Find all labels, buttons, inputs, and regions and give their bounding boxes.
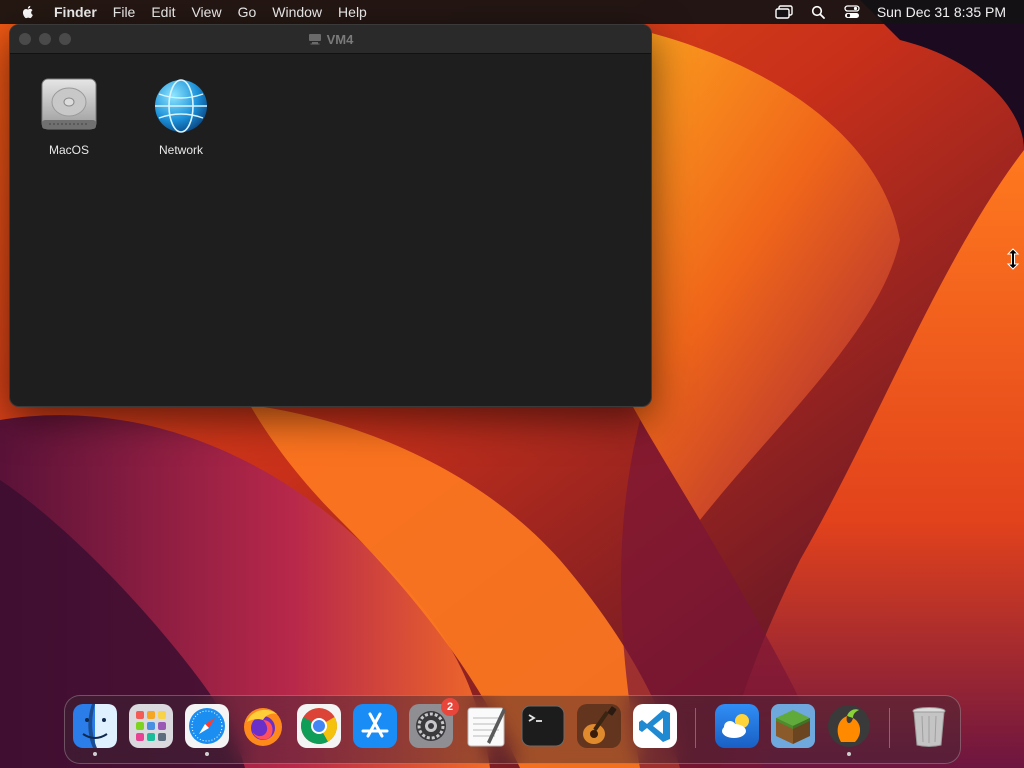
safari-icon [185, 704, 229, 748]
dock: 2 [64, 695, 961, 764]
running-indicator [205, 752, 209, 756]
window-content: MacOS Network [10, 54, 651, 406]
window-title-text: VM4 [326, 31, 354, 47]
window-title: VM4 [10, 25, 651, 53]
menu-help[interactable]: Help [330, 0, 375, 24]
running-indicator [847, 752, 851, 756]
chrome-icon [297, 704, 341, 748]
resize-cursor-icon [1006, 248, 1020, 270]
dock-safari[interactable] [185, 704, 229, 756]
dock-system-settings[interactable]: 2 [409, 698, 459, 748]
weather-icon [715, 704, 759, 748]
finder-icon [73, 704, 117, 748]
network-location-label: Network [158, 143, 203, 157]
dock-divider [695, 708, 696, 748]
dock-finder[interactable] [73, 704, 117, 756]
menu-bar-clock[interactable]: Sun Dec 31 8:35 PM [877, 4, 1006, 20]
dock-fl-studio[interactable] [827, 704, 871, 756]
menu-go[interactable]: Go [230, 0, 265, 24]
dock-chrome[interactable] [297, 704, 341, 748]
screen-mirroring-icon[interactable] [775, 4, 793, 20]
app-store-icon [353, 704, 397, 748]
terminal-icon [521, 705, 565, 747]
control-center-icon[interactable] [843, 4, 861, 20]
dock-trash[interactable] [907, 704, 951, 748]
menu-edit[interactable]: Edit [143, 0, 183, 24]
textedit-icon [467, 707, 506, 747]
dock-vscode[interactable] [633, 704, 677, 748]
trash-icon [912, 707, 946, 747]
minecraft-icon [771, 704, 815, 748]
dock-minecraft[interactable] [771, 704, 815, 748]
menu-view[interactable]: View [183, 0, 229, 24]
menu-bar: Finder File Edit View Go Window Help Sun… [0, 0, 1024, 24]
vscode-icon [633, 704, 677, 748]
launchpad-icon [129, 704, 173, 748]
volume-macos-label: MacOS [48, 143, 89, 157]
network-globe-icon [155, 79, 207, 133]
apple-logo-icon[interactable] [20, 4, 36, 20]
running-indicator [93, 752, 97, 756]
dock-textedit[interactable] [465, 704, 509, 748]
notification-badge: 2 [441, 698, 459, 716]
dock-launchpad[interactable] [129, 704, 173, 748]
window-titlebar[interactable]: VM4 [10, 25, 651, 54]
menu-window[interactable]: Window [264, 0, 330, 24]
computer-icon [308, 34, 321, 45]
dock-divider [889, 708, 890, 748]
dock-app-store[interactable] [353, 704, 397, 748]
dock-garageband[interactable] [577, 704, 621, 748]
dock-terminal[interactable] [521, 704, 565, 748]
volume-macos[interactable]: MacOS [24, 76, 114, 157]
menu-file[interactable]: File [105, 0, 144, 24]
network-location[interactable]: Network [136, 76, 226, 157]
firefox-icon [244, 708, 282, 746]
garageband-icon [577, 704, 621, 748]
dock-weather[interactable] [715, 704, 759, 748]
finder-window: VM4 MacOS Network [9, 24, 652, 407]
dock-firefox[interactable] [241, 704, 285, 748]
spotlight-search-icon[interactable] [809, 4, 827, 20]
fl-studio-icon [828, 705, 870, 747]
menu-app-name[interactable]: Finder [54, 0, 105, 24]
hard-drive-icon [41, 78, 97, 130]
